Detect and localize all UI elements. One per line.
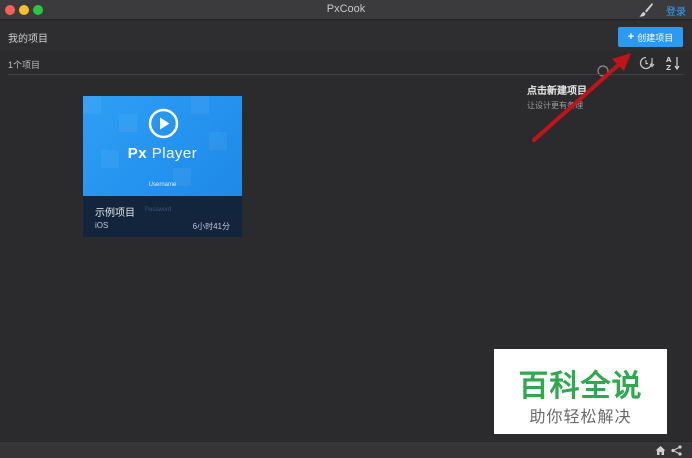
sort-time-icon[interactable] [639,55,655,71]
share-icon[interactable] [671,445,682,456]
svg-text:Z: Z [666,64,671,71]
annotation-arrow [532,53,631,142]
project-count: 1个项目 [8,60,41,70]
svg-text:A: A [666,56,672,64]
window-title: PxCook [326,3,366,15]
watermark-main: 百科全说 [518,370,643,403]
project-thumbnail: Px Player Username [83,96,242,196]
thumbnail-username: Username [148,182,177,188]
project-info: 示例项目 Password iOS 6小时41分 [83,196,242,237]
login-link[interactable]: 登录 [666,3,686,18]
thumbnail-pattern [83,96,101,114]
project-card[interactable]: Px Player Username 示例项目 Password iOS 6小时… [83,96,242,237]
project-name: 示例项目 [95,208,135,219]
title-bar: PxCook 登录 [0,0,692,20]
play-icon [148,108,179,139]
create-project-label: 创建项目 [637,32,674,43]
project-time: 6小时41分 [192,222,230,231]
watermark-sub: 助你轻松解决 [529,409,632,426]
page-title: 我的项目 [8,34,48,45]
thumbnail-pattern [191,96,209,114]
thumbnail-app-name: Px Player [83,145,242,162]
project-platform: iOS [95,221,109,230]
thumbnail-app-name-prefix: Px [127,145,148,162]
thumbnail-password: Password [145,207,172,213]
thumbnail-app-name-rest: Player [147,145,198,162]
footer-bar [0,441,692,458]
watermark: 百科全说 助你轻松解决 [494,349,667,434]
sort-az-icon[interactable]: A Z [665,55,681,71]
brush-icon[interactable] [638,2,654,18]
thumbnail-pattern [119,114,137,132]
home-icon[interactable] [655,445,666,456]
